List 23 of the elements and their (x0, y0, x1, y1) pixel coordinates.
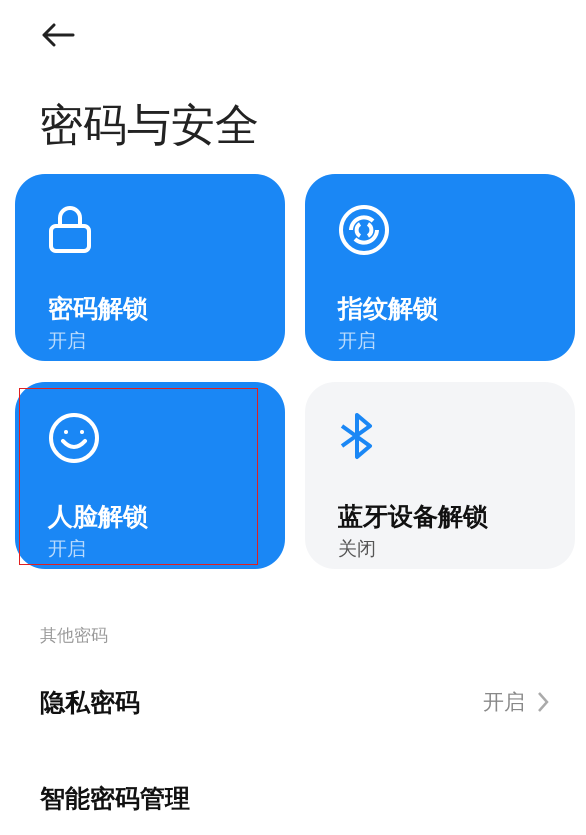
card-title: 人脸解锁 (48, 501, 149, 533)
row-value: 开启 (483, 689, 525, 716)
card-status: 开启 (338, 329, 377, 353)
lock-icon (48, 204, 92, 254)
unlock-card[interactable]: 人脸解锁 开启 (15, 382, 285, 569)
card-title: 蓝牙设备解锁 (338, 501, 489, 533)
settings-row[interactable]: 隐私密码 开启 (15, 661, 571, 743)
section-header: 其他密码 (40, 625, 109, 647)
card-status: 关闭 (338, 537, 377, 561)
card-title: 密码解锁 (48, 293, 149, 325)
page-title: 密码与安全 (39, 99, 260, 153)
fingerprint-icon (338, 204, 390, 256)
card-title: 指纹解锁 (338, 293, 439, 325)
unlock-card[interactable]: 蓝牙设备解锁 关闭 (305, 382, 575, 569)
row-label: 智能密码管理 (40, 782, 191, 814)
back-arrow-icon (41, 23, 75, 47)
unlock-card[interactable]: 密码解锁 开启 (15, 174, 285, 361)
card-status: 开启 (48, 329, 87, 353)
card-status: 开启 (48, 537, 87, 561)
unlock-card[interactable]: 指纹解锁 开启 (305, 174, 575, 361)
smiley-icon (48, 412, 100, 464)
row-label: 隐私密码 (40, 686, 141, 718)
settings-row[interactable]: 智能密码管理 (15, 757, 571, 835)
